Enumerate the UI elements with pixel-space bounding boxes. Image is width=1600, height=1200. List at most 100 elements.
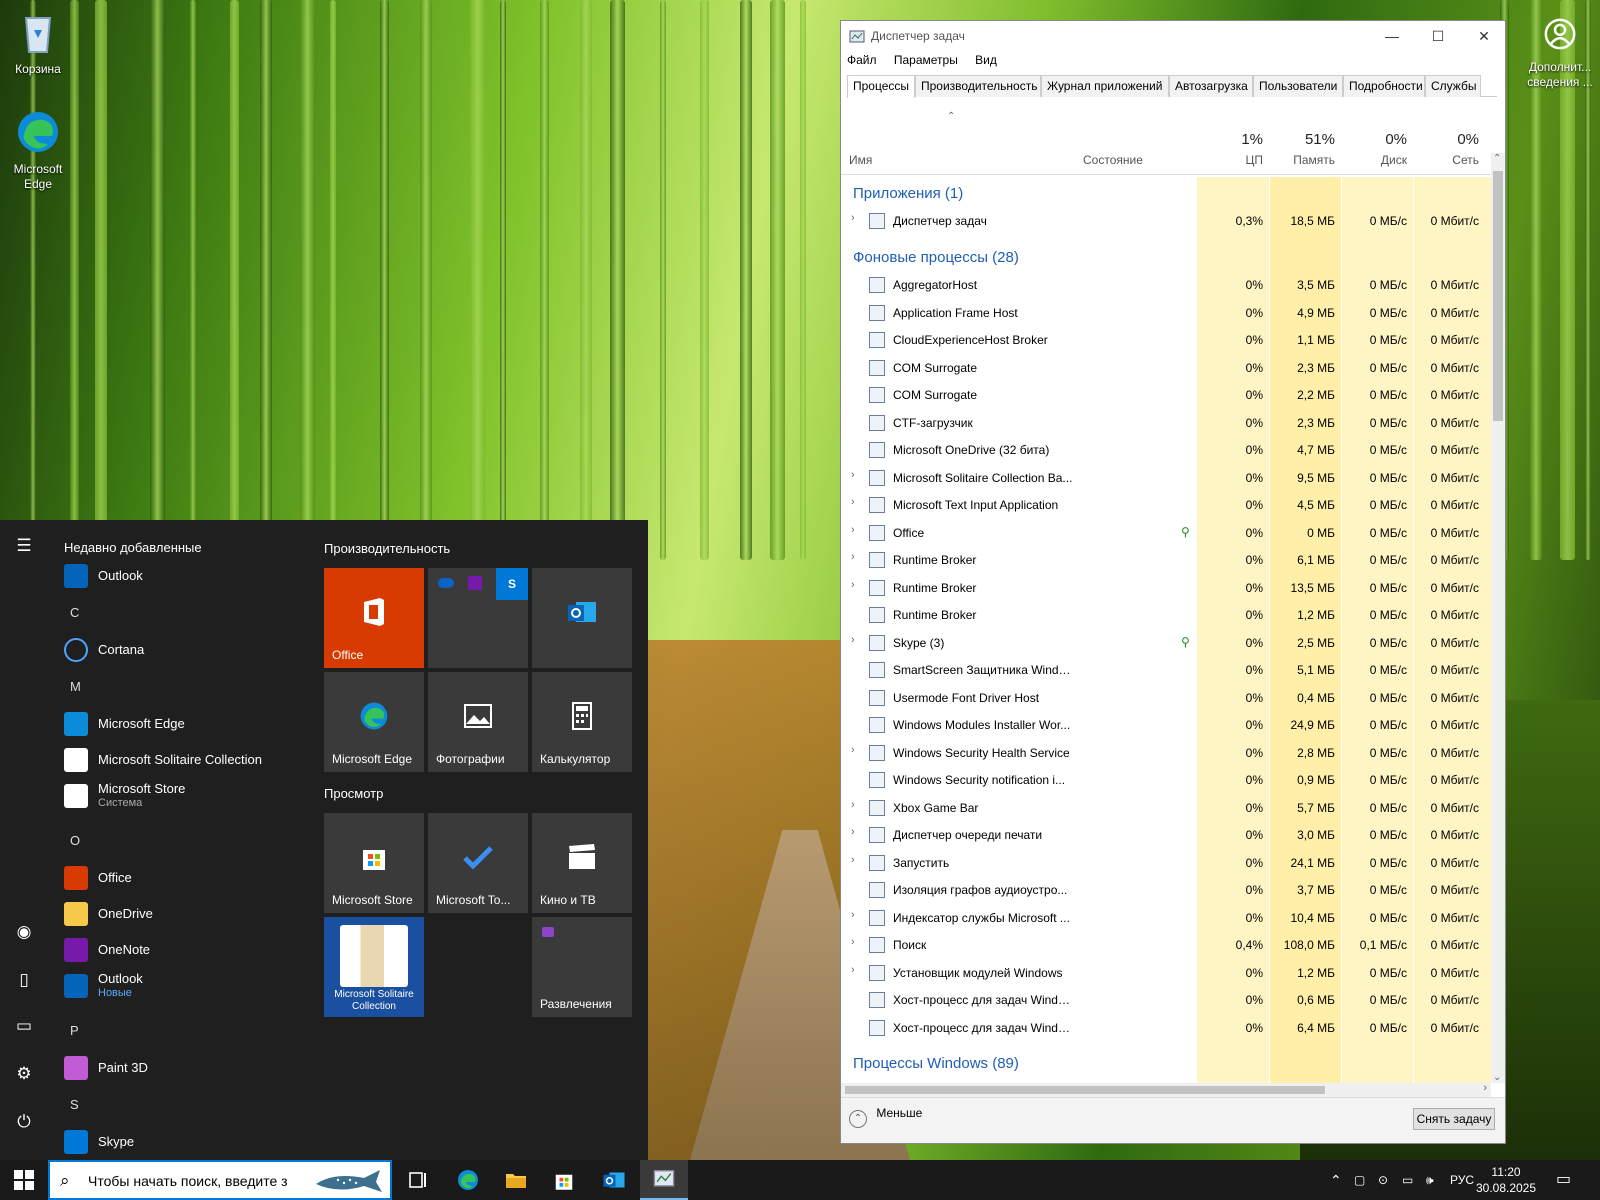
hamburger-icon[interactable]: ☰ (12, 534, 36, 558)
expand-chevron-icon[interactable]: › (851, 909, 855, 921)
scroll-thumb[interactable] (1493, 171, 1503, 421)
process-row[interactable]: Хост-процесс для задач Windo... 0% 0,6 МБ 0… (841, 986, 1491, 1014)
camera-icon[interactable]: ⊙ (1378, 1160, 1388, 1200)
process-row[interactable]: Usermode Font Driver Host 0% 0,4 МБ 0 МБ/с 0… (841, 684, 1491, 712)
pictures-icon[interactable]: ▭ (12, 1014, 36, 1038)
process-row[interactable]: › Skype (3) ⚲ 0% 2,5 МБ 0 МБ/с 0 Мбит/с (841, 629, 1491, 657)
process-row[interactable]: › Runtime Broker 0% 13,5 МБ 0 МБ/с 0 Мбит/с (841, 574, 1491, 602)
process-row[interactable]: Хост-процесс для задач Windo... 0% 6,4 МБ 0… (841, 1014, 1491, 1042)
app-list-item[interactable]: Paint 3D (64, 1052, 304, 1084)
process-row[interactable]: COM Surrogate 0% 2,2 МБ 0 МБ/с 0 Мбит/с (841, 381, 1491, 409)
app-list-letter[interactable]: C (70, 605, 79, 620)
app-list-item[interactable]: Outlook (64, 560, 304, 592)
tile-movies[interactable]: Кино и ТВ (532, 813, 632, 913)
tile-outlook[interactable] (532, 568, 632, 668)
app-list-item[interactable]: OneNote (64, 934, 304, 966)
expand-chevron-icon[interactable]: › (851, 524, 855, 536)
tab-details[interactable]: Подробности (1343, 75, 1425, 97)
process-row[interactable]: COM Surrogate 0% 2,3 МБ 0 МБ/с 0 Мбит/с (841, 354, 1491, 382)
taskbar-task-manager-button[interactable] (640, 1160, 688, 1200)
process-row[interactable]: SmartScreen Защитника Windo... 0% 5,1 МБ 0 … (841, 656, 1491, 684)
expand-chevron-icon[interactable]: › (851, 212, 855, 224)
scroll-down-icon[interactable]: ⌄ (1493, 1072, 1501, 1083)
desktop-icon-more-info[interactable]: Дополнит... сведения ... (1522, 14, 1598, 90)
col-disk-pct[interactable]: 0% (1341, 131, 1407, 148)
expand-chevron-icon[interactable]: › (851, 469, 855, 481)
settings-icon[interactable]: ⚙ (12, 1062, 36, 1086)
app-list-item[interactable]: OneDrive (64, 898, 304, 930)
fewer-details-button[interactable]: ⌃ Меньше (849, 1106, 922, 1132)
expand-chevron-icon[interactable]: › (851, 936, 855, 948)
process-row[interactable]: Application Frame Host 0% 4,9 МБ 0 МБ/с 0 Мб… (841, 299, 1491, 327)
menu-file[interactable]: Файл (847, 53, 877, 67)
power-icon[interactable]: ⏻ (12, 1110, 36, 1134)
expand-chevron-icon[interactable]: › (851, 579, 855, 591)
expand-chevron-icon[interactable]: › (851, 826, 855, 838)
app-list-letter[interactable]: M (70, 679, 81, 694)
app-list-letter[interactable]: P (70, 1023, 79, 1038)
menu-view[interactable]: Вид (975, 53, 997, 67)
app-list-item[interactable]: Outlook Новые (64, 970, 304, 1002)
expand-chevron-icon[interactable]: › (851, 634, 855, 646)
taskbar-outlook-icon[interactable] (602, 1168, 626, 1192)
network-icon[interactable]: ▭ (1402, 1160, 1413, 1200)
process-row[interactable]: AggregatorHost 0% 3,5 МБ 0 МБ/с 0 Мбит/с (841, 271, 1491, 299)
app-list-item[interactable]: Office (64, 862, 304, 894)
col-disk[interactable]: Диск (1341, 153, 1407, 167)
process-row[interactable]: Изоляция графов аудиоустро... 0% 3,7 МБ 0 М… (841, 876, 1491, 904)
tile-calculator[interactable]: Калькулятор (532, 672, 632, 772)
expand-chevron-icon[interactable]: › (851, 496, 855, 508)
horizontal-scrollbar[interactable]: › (841, 1082, 1491, 1097)
process-row[interactable]: › Microsoft Solitaire Collection Ba... 0% 9… (841, 464, 1491, 492)
scroll-right-icon[interactable]: › (1483, 1082, 1487, 1094)
process-row[interactable]: Runtime Broker 0% 1,2 МБ 0 МБ/с 0 Мбит/с (841, 601, 1491, 629)
tab-performance[interactable]: Производительность (915, 75, 1041, 97)
expand-chevron-icon[interactable]: › (851, 854, 855, 866)
notifications-icon[interactable]: ▭ (1556, 1160, 1571, 1200)
account-icon[interactable]: ◉ (12, 920, 36, 944)
process-row[interactable]: › Запустить 0% 24,1 МБ 0 МБ/с 0 Мбит/с (841, 849, 1491, 877)
app-list-item[interactable]: Skype (64, 1126, 304, 1158)
app-list-letter[interactable]: S (70, 1097, 79, 1112)
process-row[interactable]: › Установщик модулей Windows 0% 1,2 МБ 0 МБ/… (841, 959, 1491, 987)
expand-chevron-icon[interactable]: › (851, 551, 855, 563)
tab-services[interactable]: Службы (1425, 75, 1481, 97)
scroll-up-icon[interactable]: ⌃ (1493, 153, 1501, 164)
language-indicator[interactable]: РУС (1450, 1160, 1474, 1200)
desktop-icon-edge[interactable]: Microsoft Edge (0, 108, 76, 192)
title-bar[interactable]: Диспетчер задач — ☐ ✕ (841, 21, 1505, 51)
process-row[interactable]: › Office ⚲ 0% 0 МБ 0 МБ/с 0 Мбит/с (841, 519, 1491, 547)
menu-options[interactable]: Параметры (894, 53, 958, 67)
col-status[interactable]: Состояние (1083, 153, 1143, 167)
tab-processes[interactable]: Процессы (847, 75, 915, 98)
col-cpu[interactable]: ЦП (1197, 153, 1263, 167)
process-row[interactable]: › Поиск 0,4% 108,0 МБ 0,1 МБ/с 0 Мбит/с (841, 931, 1491, 959)
tray-app-icon[interactable]: ▢ (1354, 1160, 1365, 1200)
tab-startup[interactable]: Автозагрузка (1169, 75, 1253, 97)
close-button[interactable]: ✕ (1461, 25, 1507, 49)
tile-edge[interactable]: Microsoft Edge (324, 672, 424, 772)
expand-chevron-icon[interactable]: › (851, 799, 855, 811)
tab-users[interactable]: Пользователи (1253, 75, 1343, 97)
maximize-button[interactable]: ☐ (1415, 25, 1461, 49)
app-list-item[interactable]: Microsoft Edge (64, 708, 304, 740)
col-net-pct[interactable]: 0% (1413, 131, 1479, 148)
expand-chevron-icon[interactable]: › (851, 744, 855, 756)
desktop-icon-recycle-bin[interactable]: Корзина (0, 8, 76, 77)
clock[interactable]: 11:20 30.08.2025 (1474, 1164, 1538, 1196)
taskbar-store-icon[interactable] (552, 1168, 576, 1192)
app-list-item[interactable]: Cortana (64, 634, 304, 666)
tile-entertainment[interactable]: Развлечения (532, 917, 632, 1017)
process-row[interactable]: › Runtime Broker 0% 6,1 МБ 0 МБ/с 0 Мбит/с (841, 546, 1491, 574)
tile-photos[interactable]: Фотографии (428, 672, 528, 772)
search-input[interactable] (88, 1170, 308, 1192)
app-list-letter[interactable]: O (70, 833, 80, 848)
tile-office[interactable]: Office (324, 568, 424, 668)
expand-chevron-icon[interactable]: › (851, 964, 855, 976)
tab-app-history[interactable]: Журнал приложений (1041, 75, 1169, 97)
volume-icon[interactable]: 🕪 (1426, 1160, 1434, 1200)
documents-icon[interactable]: ▯ (12, 968, 36, 992)
process-row[interactable]: › Диспетчер очереди печати 0% 3,0 МБ 0 МБ/с 0… (841, 821, 1491, 849)
col-cpu-pct[interactable]: 1% (1197, 131, 1263, 148)
process-row[interactable]: Windows Modules Installer Wor... 0% 24,9 М… (841, 711, 1491, 739)
